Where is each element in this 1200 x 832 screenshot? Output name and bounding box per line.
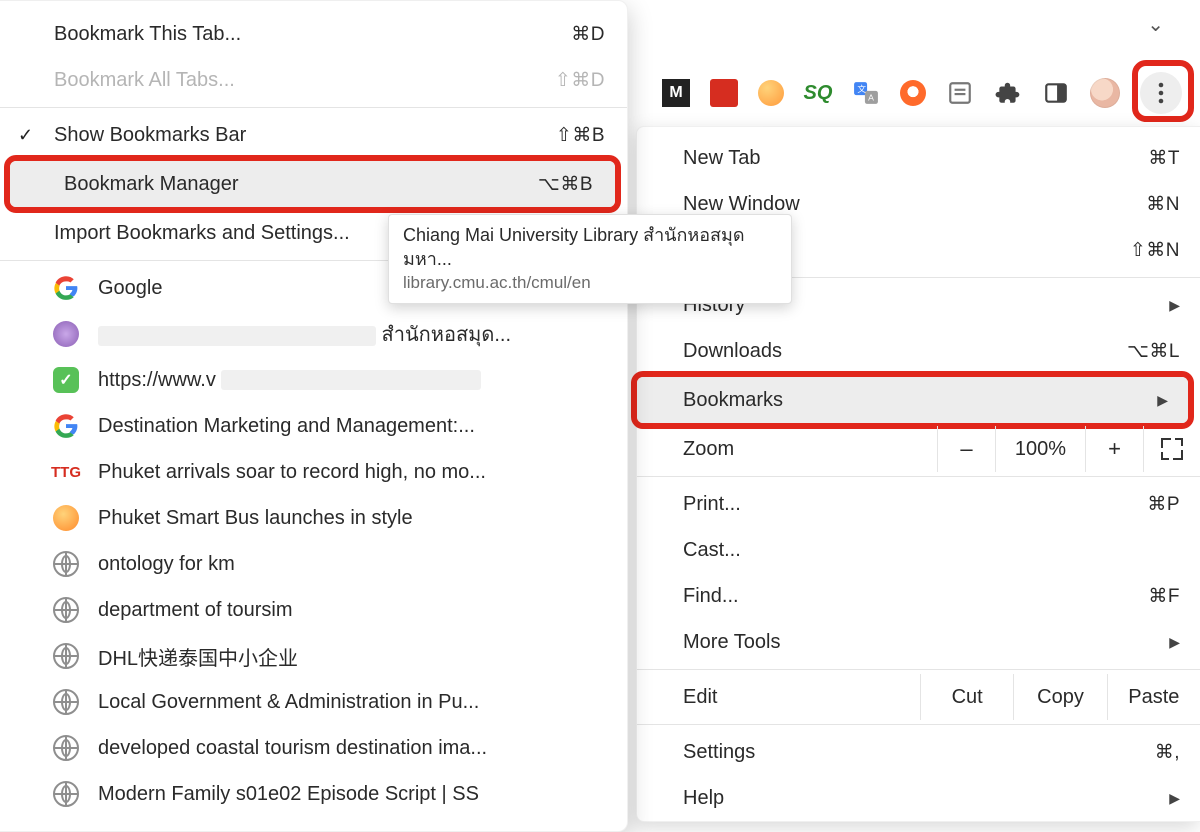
menu-zoom: Zoom – 100% + [637, 426, 1200, 472]
menu-new-tab-label: New Tab [683, 147, 1148, 170]
fullscreen-button[interactable] [1144, 438, 1200, 460]
bookmark-item[interactable]: TTG Phuket arrivals soar to record high, … [0, 449, 627, 495]
collapse-chevron-icon[interactable]: ⌄ [1147, 12, 1164, 37]
ext-translate-icon[interactable]: 文A [852, 79, 880, 107]
bookmark-favicon [52, 780, 80, 808]
edit-cut-button[interactable]: Cut [920, 674, 1013, 720]
bookmark-item[interactable]: ontology for km [0, 541, 627, 587]
highlight-bookmark-manager: Bookmark Manager ⌥⌘B [4, 155, 621, 213]
bookmark-favicon [52, 412, 80, 440]
zoom-out-button[interactable]: – [938, 426, 996, 472]
menu-new-tab-shortcut: ⌘T [1148, 147, 1180, 170]
submenu-arrow-icon: ▶ [1169, 790, 1180, 807]
highlight-kebab [1132, 60, 1194, 122]
bookmark-item[interactable]: Modern Family s01e02 Episode Script | SS [0, 771, 627, 817]
ext-circle-icon[interactable] [758, 80, 784, 106]
menu-edit: Edit Cut Copy Paste [637, 674, 1200, 720]
bookmark-item-label: Google [98, 277, 163, 300]
profile-avatar[interactable] [1090, 78, 1120, 108]
bookmark-this-tab[interactable]: Bookmark This Tab... ⌘D [0, 11, 627, 57]
fullscreen-icon [1161, 438, 1183, 460]
submenu-arrow-icon: ▶ [1157, 392, 1168, 409]
tooltip-title: Chiang Mai University Library สำนักหอสมุ… [403, 223, 777, 272]
menu-find[interactable]: Find... ⌘F [637, 573, 1200, 619]
tooltip-url: library.cmu.ac.th/cmul/en [403, 272, 777, 295]
bookmark-favicon [52, 596, 80, 624]
bookmark-item[interactable]: developed coastal tourism destination im… [0, 725, 627, 771]
svg-text:文: 文 [857, 83, 866, 94]
bookmark-item-label: Local Government & Administration in Pu.… [98, 691, 479, 714]
zoom-value: 100% [996, 426, 1086, 472]
bookmark-item[interactable]: DHL快递泰国中小企业 [0, 633, 627, 679]
svg-text:A: A [868, 93, 874, 103]
bookmark-manager[interactable]: Bookmark Manager ⌥⌘B [10, 161, 615, 207]
bookmark-favicon [52, 504, 80, 532]
menu-print[interactable]: Print... ⌘P [637, 481, 1200, 527]
submenu-arrow-icon: ▶ [1169, 297, 1180, 314]
menu-new-tab[interactable]: New Tab ⌘T [637, 135, 1200, 181]
bookmark-favicon [52, 642, 80, 670]
bookmark-item-label: department of toursim [98, 599, 293, 622]
bookmark-item-label: Modern Family s01e02 Episode Script | SS [98, 783, 479, 806]
extensions-icon[interactable] [994, 79, 1022, 107]
browser-toolbar: M SQ 文A [662, 66, 1200, 120]
bookmark-favicon [52, 274, 80, 302]
bookmark-item-label: DHL快递泰国中小企业 [98, 642, 298, 671]
bookmark-item[interactable]: Phuket Smart Bus launches in style [0, 495, 627, 541]
menu-help[interactable]: Help ▶ [637, 775, 1200, 821]
bookmark-item-label: developed coastal tourism destination im… [98, 737, 487, 760]
menu-downloads[interactable]: Downloads ⌥⌘L [637, 328, 1200, 374]
bookmark-favicon: TTG [52, 458, 80, 486]
menu-more-tools[interactable]: More Tools ▶ [637, 619, 1200, 665]
bookmark-favicon [52, 550, 80, 578]
bookmark-item-label: Destination Marketing and Management:... [98, 415, 475, 438]
ext-mega-icon[interactable]: M [662, 79, 690, 107]
bookmark-item[interactable]: ✓ https://www.v [0, 357, 627, 403]
ext-red-icon[interactable] [710, 79, 738, 107]
bookmark-item[interactable]: Local Government & Administration in Pu.… [0, 679, 627, 725]
bookmark-item[interactable]: Destination Marketing and Management:... [0, 403, 627, 449]
highlight-bookmarks: Bookmarks ▶ [631, 371, 1194, 429]
checkmark-icon: ✓ [18, 125, 33, 146]
bookmark-favicon [52, 320, 80, 348]
bookmark-item[interactable]: department of toursim [0, 587, 627, 633]
bookmark-item-label: Phuket Smart Bus launches in style [98, 507, 413, 530]
bookmark-item-label: https://www.v [98, 369, 481, 392]
bookmarks-submenu: Bookmark This Tab... ⌘D Bookmark All Tab… [0, 0, 628, 832]
bookmark-item-label: Phuket arrivals soar to record high, no … [98, 461, 486, 484]
bookmark-favicon [52, 734, 80, 762]
bookmark-item-label: ontology for km [98, 553, 235, 576]
side-panel-icon[interactable] [1042, 79, 1070, 107]
bookmark-all-tabs: Bookmark All Tabs... ⇧⌘D [0, 57, 627, 103]
menu-cast[interactable]: Cast... [637, 527, 1200, 573]
bookmark-item-label: สำนักหอสมุด... [98, 318, 511, 350]
menu-bookmarks[interactable]: Bookmarks ▶ [637, 377, 1188, 423]
ext-reader-icon[interactable] [946, 79, 974, 107]
bookmark-favicon: ✓ [52, 366, 80, 394]
zoom-in-button[interactable]: + [1086, 426, 1144, 472]
bookmark-favicon [52, 688, 80, 716]
submenu-arrow-icon: ▶ [1169, 634, 1180, 651]
edit-paste-button[interactable]: Paste [1107, 674, 1200, 720]
edit-copy-button[interactable]: Copy [1013, 674, 1106, 720]
menu-settings[interactable]: Settings ⌘, [637, 729, 1200, 775]
show-bookmarks-bar[interactable]: ✓ Show Bookmarks Bar ⇧⌘B [0, 112, 627, 158]
bookmark-item[interactable]: สำนักหอสมุด... [0, 311, 627, 357]
bookmark-hover-tooltip: Chiang Mai University Library สำนักหอสมุ… [388, 214, 792, 304]
ext-orange-icon[interactable] [900, 80, 926, 106]
ext-sq-icon[interactable]: SQ [804, 79, 832, 107]
